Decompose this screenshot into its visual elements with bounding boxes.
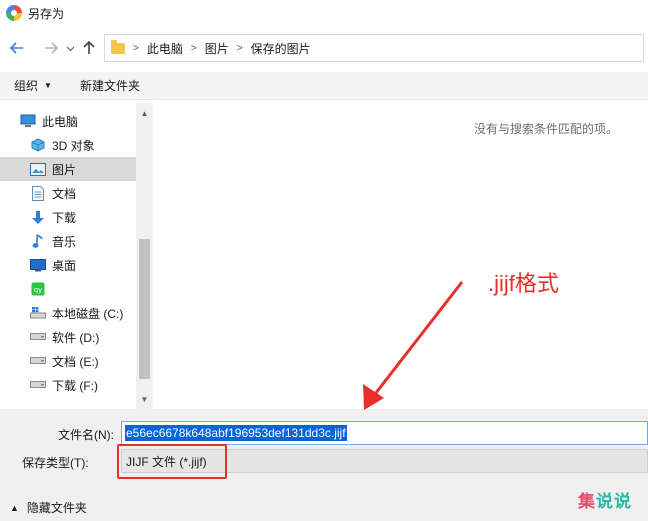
tree-item-pictures[interactable]: 图片 [0,157,136,181]
filename-value: e56ec6678k648abf196953def131dd3c.jijf [125,425,347,441]
tree-item-music[interactable]: 音乐 [0,229,136,253]
documents-icon [30,185,46,201]
tree-item-label: 此电脑 [42,114,79,129]
organize-label: 组织 [14,79,39,93]
svg-text:qy: qy [34,286,43,294]
file-list-pane[interactable]: 没有与搜索条件匹配的项。 [153,103,648,409]
navigation-row: > 此电脑 > 图片 > 保存的图片 [0,32,648,64]
address-bar[interactable]: > 此电脑 > 图片 > 保存的图片 [104,34,644,62]
tree-item-desktop[interactable]: 桌面 [0,253,136,277]
tree-item-documents-e[interactable]: 文档 (E:) [0,349,136,373]
save-form: 文件名(N): e56ec6678k648abf196953def131dd3c… [0,409,648,521]
drive-icon [30,377,46,393]
tree-item-3d-objects[interactable]: 3D 对象 [0,133,136,157]
tree-item-label: 下载 [52,210,77,225]
hide-folders-label: 隐藏文件夹 [26,501,87,515]
tree-item-label: 3D 对象 [52,138,95,153]
tree-item-label: 图片 [52,162,77,177]
desktop-icon [30,257,46,273]
arrow-right-icon [45,42,58,54]
forward-button[interactable] [40,37,62,59]
tree-item-label: 桌面 [52,258,77,273]
drive-icon [30,353,46,369]
folder-tree: 此电脑 3D 对象 图片 文档 下载 音乐 桌面 qy 本地磁盘 (C:) 软件… [0,109,136,397]
filename-input[interactable]: e56ec6678k648abf196953def131dd3c.jijf [121,421,648,445]
watermark-char: 说 [596,492,614,512]
iqiyi-icon: qy [30,281,46,297]
tree-item-this-pc[interactable]: 此电脑 [0,109,136,133]
new-folder-label: 新建文件夹 [79,79,140,93]
new-folder-button[interactable]: 新建文件夹 [80,77,140,94]
app-icon [6,5,22,21]
folder-icon [111,39,125,54]
breadcrumb-saved-pictures[interactable]: 保存的图片 [251,40,311,57]
drive-icon [30,329,46,345]
window-title: 另存为 [28,6,65,21]
recent-locations-button[interactable] [62,37,78,59]
watermark-char: 集 [578,492,596,512]
tree-item-documents[interactable]: 文档 [0,181,136,205]
chevron-up-icon: ▲ [10,502,19,513]
tree-item-software-d[interactable]: 软件 (D:) [0,325,136,349]
toolbar: 组织 ▼ 新建文件夹 [0,72,648,100]
tree-item-downloads-f[interactable]: 下载 (F:) [0,373,136,397]
breadcrumb-separator: > [190,42,197,54]
title-bar: 另存为 [0,0,648,26]
scroll-thumb[interactable] [139,239,150,379]
filename-label: 文件名(N): [58,428,114,442]
windows-drive-icon [30,305,46,321]
arrow-up-icon [83,41,95,54]
scroll-up-button[interactable]: ▲ [136,105,153,121]
tree-item-label: 音乐 [52,234,77,249]
download-icon [30,209,46,225]
3d-objects-icon [30,137,46,153]
annotation-highlight-box [117,444,227,479]
tree-item-downloads[interactable]: 下载 [0,205,136,229]
hide-folders-button[interactable]: ▲ 隐藏文件夹 [10,499,87,516]
breadcrumb-separator: > [236,42,243,54]
pictures-icon [30,161,46,177]
tree-item-label: 文档 (E:) [52,354,99,369]
navigation-pane: 此电脑 3D 对象 图片 文档 下载 音乐 桌面 qy 本地磁盘 (C:) 软件… [0,103,153,409]
tree-item-label: 下载 (F:) [52,378,98,393]
breadcrumb-pictures[interactable]: 图片 [205,40,229,57]
up-button[interactable] [78,37,100,59]
empty-message: 没有与搜索条件匹配的项。 [473,122,618,136]
tree-item-label: 本地磁盘 (C:) [52,306,124,321]
breadcrumb-this-pc[interactable]: 此电脑 [147,40,183,57]
caret-down-icon: ▼ [44,81,52,90]
organize-button[interactable]: 组织 ▼ [14,77,52,94]
tree-item-label: 软件 (D:) [52,330,100,345]
music-icon [30,233,46,249]
arrow-left-icon [10,42,23,54]
watermark-logo: 集说说 [578,487,632,512]
watermark-char: 说 [614,492,632,512]
scroll-down-button[interactable]: ▼ [136,391,153,407]
breadcrumb-separator: > [133,42,139,54]
computer-icon [20,113,36,129]
navigation-scrollbar[interactable]: ▲ ▼ [136,103,153,409]
tree-item-local-disk-c[interactable]: 本地磁盘 (C:) [0,301,136,325]
annotation-label: .jijf格式 [488,271,559,296]
tree-item-label: 文档 [52,186,77,201]
chevron-down-icon [66,46,74,51]
back-button[interactable] [6,37,28,59]
tree-item-iqiyi[interactable]: qy [0,277,136,301]
filetype-label: 保存类型(T): [22,456,89,470]
